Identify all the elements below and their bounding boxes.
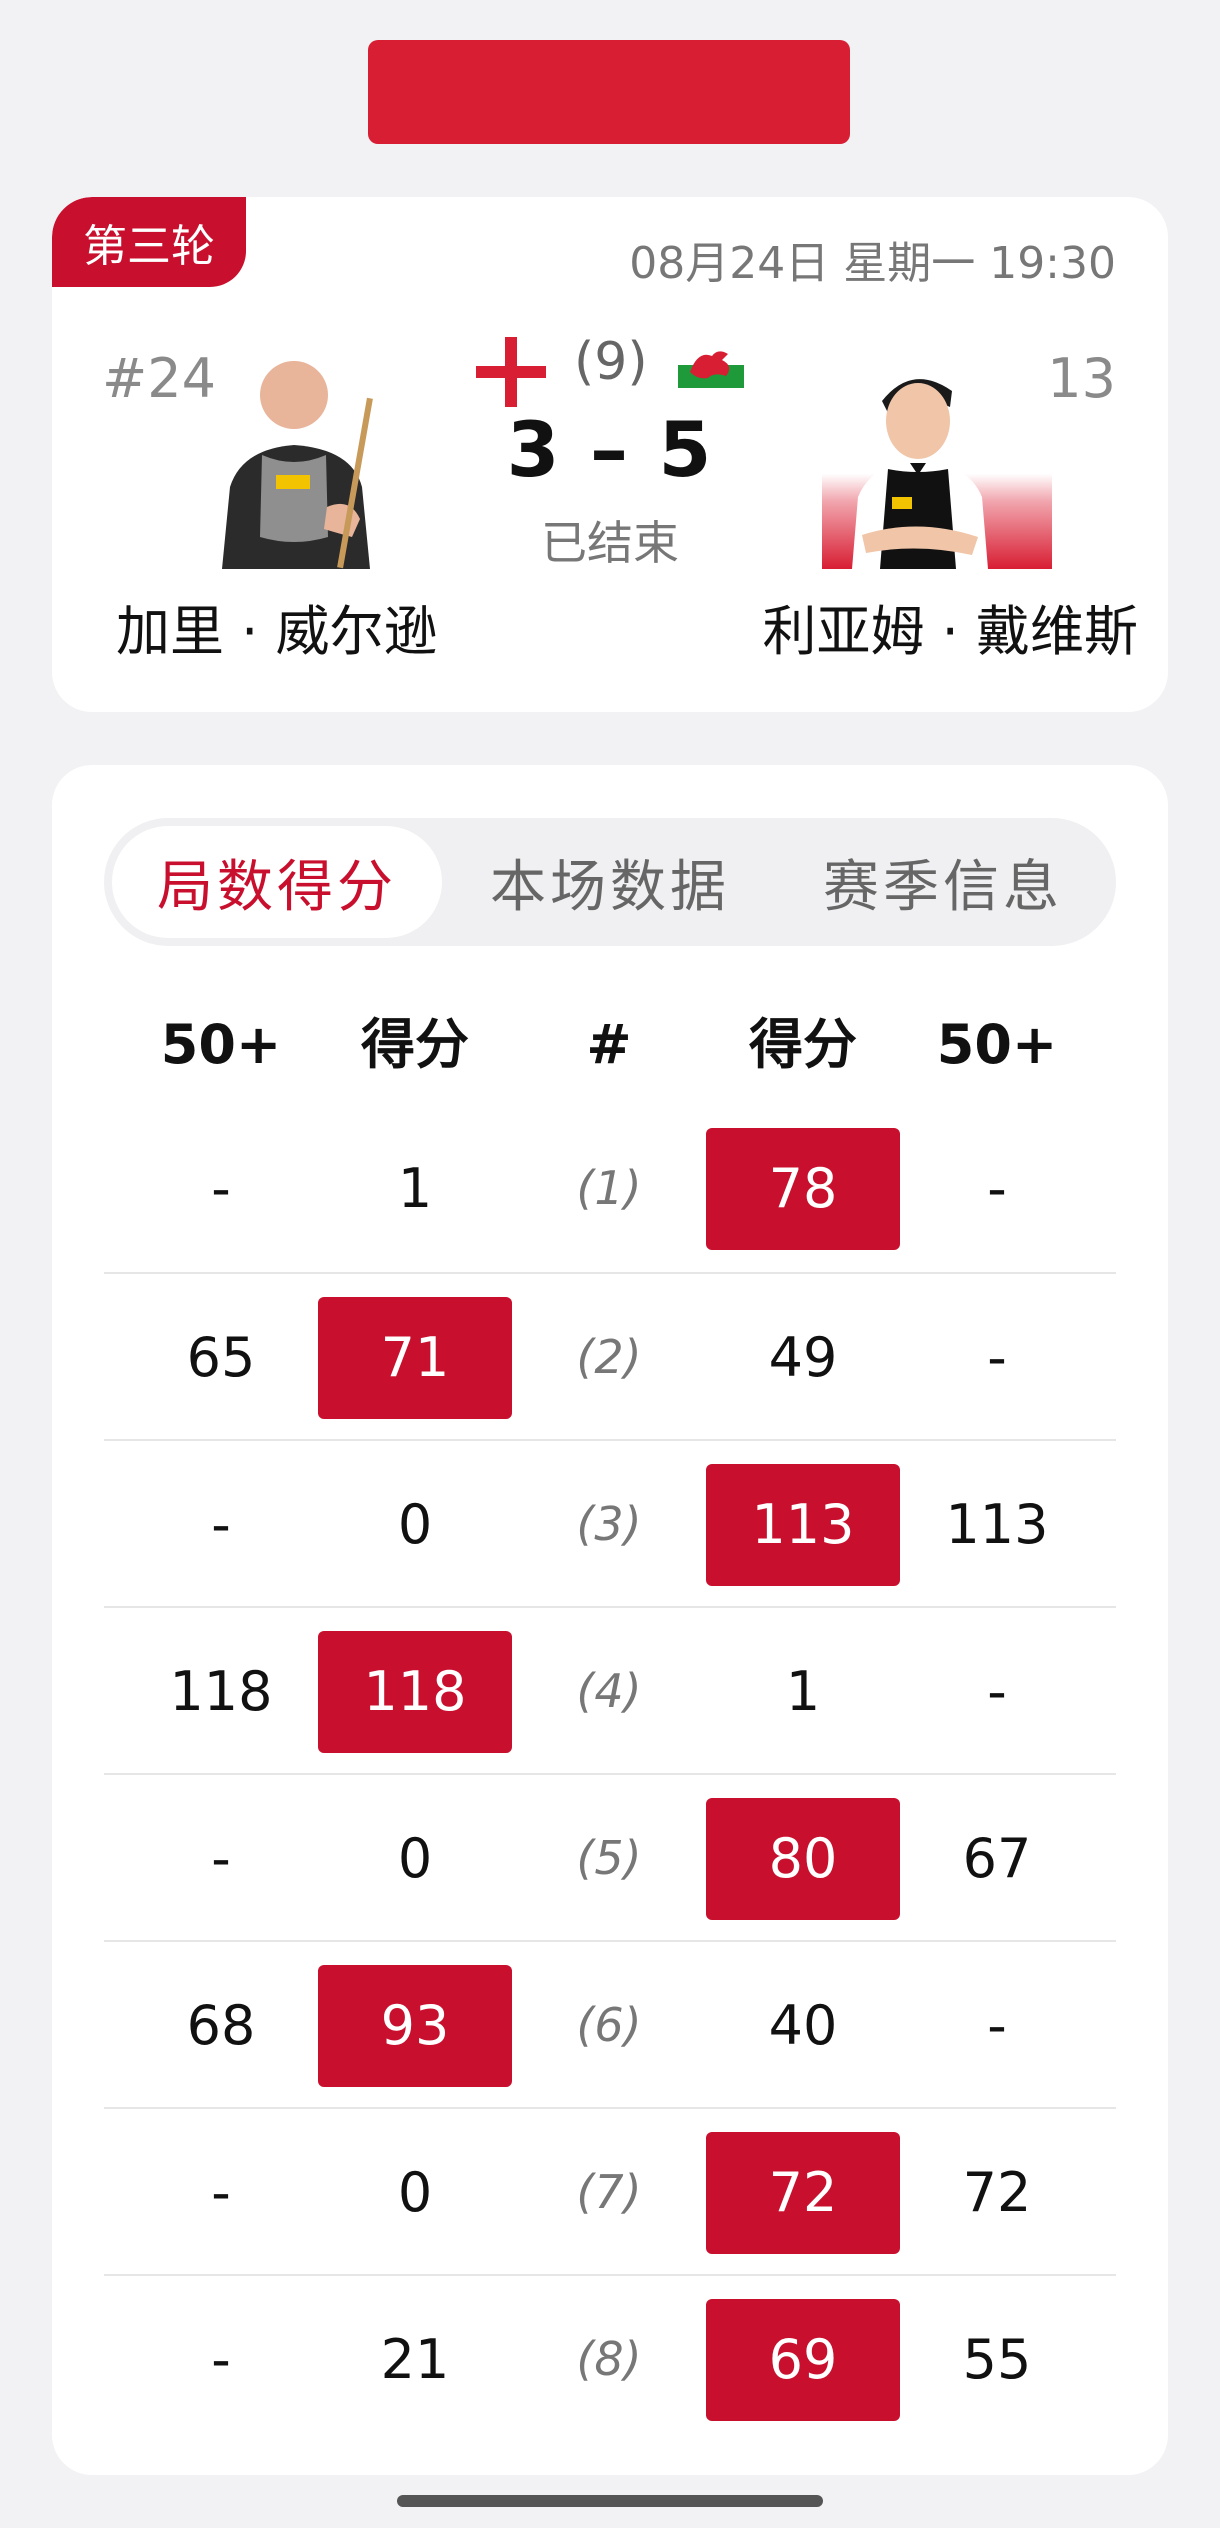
stats-card: 局数得分 本场数据 赛季信息 50+ 得分 # 得分 50+ -1 (1) 78-6…: [52, 765, 1168, 2475]
winning-score-box: 93: [318, 1965, 512, 2087]
tab-season-info[interactable]: 赛季信息: [778, 826, 1108, 938]
header-frame-number: #: [586, 1013, 632, 1076]
left-score-cell: 0: [397, 1827, 433, 1890]
tab-match-stats[interactable]: 本场数据: [445, 826, 775, 938]
tab-frame-scores[interactable]: 局数得分: [112, 826, 442, 938]
table-row: 68 93 (6) 40 -: [104, 1940, 1116, 2109]
right-score-cell: 72: [706, 2109, 900, 2276]
left-50plus-cell: 68: [186, 1994, 256, 2057]
top-banner[interactable]: [368, 40, 850, 144]
frame-number-cell: (5): [576, 1831, 642, 1885]
left-score-cell: 118: [318, 1608, 512, 1775]
right-score-cell: 1: [785, 1660, 821, 1723]
home-indicator[interactable]: [397, 2495, 823, 2507]
match-score: 3 – 5: [506, 405, 714, 494]
right-score-cell: 40: [768, 1994, 838, 2057]
match-card: 第三轮 08月24日 星期一 19:30 #24 #113 (9): [52, 197, 1168, 712]
header-left-score: 得分: [361, 1013, 469, 1076]
right-50plus-cell: -: [987, 1157, 1007, 1220]
right-50plus-cell: 113: [945, 1493, 1049, 1556]
left-50plus-cell: -: [211, 2161, 231, 2224]
table-row: - 0 (3) 113 113: [104, 1439, 1116, 1608]
left-50plus-cell: -: [211, 2328, 231, 2391]
right-50plus-cell: -: [987, 1326, 1007, 1389]
wales-flag-icon: [678, 342, 744, 388]
header-right-score: 得分: [749, 1013, 857, 1076]
left-score-cell: 0: [397, 2161, 433, 2224]
winning-score-box: 72: [706, 2132, 900, 2254]
right-player-name[interactable]: 利亚姆 · 戴维斯: [763, 587, 1139, 666]
left-score-cell: 1: [397, 1157, 433, 1220]
england-flag-icon: [476, 337, 546, 407]
left-50plus-cell: 118: [169, 1660, 273, 1723]
round-badge: 第三轮: [52, 197, 246, 287]
frame-number-cell: (2): [576, 1330, 642, 1384]
tab-bar: 局数得分 本场数据 赛季信息: [104, 818, 1116, 946]
table-row: - 0 (7) 72 72: [104, 2107, 1116, 2276]
winning-score-box: 118: [318, 1631, 512, 1753]
winning-score-box: 113: [706, 1464, 900, 1586]
frame-number-cell: (8): [576, 2332, 642, 2386]
frames-total: (9): [574, 332, 648, 392]
right-score-cell: 49: [768, 1326, 838, 1389]
right-50plus-cell: 55: [962, 2328, 1032, 2391]
left-player-rank: #24: [102, 347, 216, 410]
right-score-cell: 80: [706, 1775, 900, 1942]
winning-score-box: 78: [706, 1128, 900, 1250]
right-score-cell: 69: [706, 2276, 900, 2443]
header-left-50plus: 50+: [160, 1013, 282, 1076]
frame-number-cell: (4): [576, 1664, 642, 1718]
match-datetime: 08月24日 星期一 19:30: [629, 238, 1116, 289]
right-50plus-cell: 67: [962, 1827, 1032, 1890]
left-50plus-cell: -: [211, 1493, 231, 1556]
table-header: 50+ 得分 # 得分 50+: [52, 1000, 1168, 1090]
table-row: - 0 (5) 80 67: [104, 1773, 1116, 1942]
table-row: 65 71 (2) 49 -: [104, 1272, 1116, 1441]
left-50plus-cell: 65: [186, 1326, 256, 1389]
left-50plus-cell: -: [211, 1827, 231, 1890]
right-score-cell: 78: [706, 1105, 900, 1272]
winning-score-box: 71: [318, 1297, 512, 1419]
left-score-cell: 0: [397, 1493, 433, 1556]
winning-score-box: 80: [706, 1798, 900, 1920]
frame-number-cell: (6): [576, 1998, 642, 2052]
right-50plus-cell: 72: [962, 2161, 1032, 2224]
right-50plus-cell: -: [987, 1994, 1007, 2057]
frame-number-cell: (3): [576, 1497, 642, 1551]
left-50plus-cell: -: [211, 1157, 231, 1220]
right-50plus-cell: -: [987, 1660, 1007, 1723]
table-row: - 1 (1) 78 -: [104, 1105, 1116, 1272]
match-status: 已结束: [541, 516, 679, 570]
left-score-cell: 21: [380, 2328, 450, 2391]
frame-number-cell: (7): [576, 2165, 642, 2219]
header-right-50plus: 50+: [936, 1013, 1058, 1076]
right-score-cell: 113: [706, 1441, 900, 1608]
table-row: - 21 (8) 69 55: [104, 2274, 1116, 2443]
left-player-name[interactable]: 加里 · 威尔逊: [116, 587, 438, 666]
left-score-cell: 71: [318, 1274, 512, 1441]
table-row: 118 118 (4) 1 -: [104, 1606, 1116, 1775]
frame-number-cell: (1): [576, 1161, 642, 1215]
left-score-cell: 93: [318, 1942, 512, 2109]
winning-score-box: 69: [706, 2299, 900, 2421]
